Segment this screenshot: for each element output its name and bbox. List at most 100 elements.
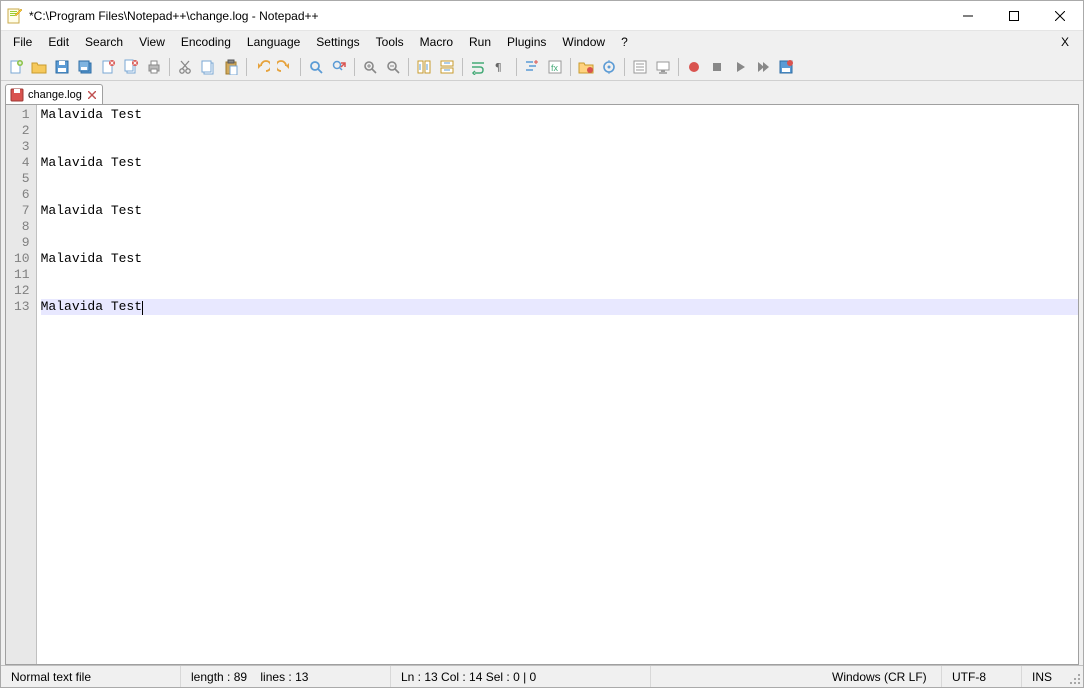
menu-encoding[interactable]: Encoding bbox=[173, 33, 239, 51]
zoom-in-icon[interactable] bbox=[359, 56, 381, 78]
save-all-icon[interactable] bbox=[74, 56, 96, 78]
menu-tools[interactable]: Tools bbox=[368, 33, 412, 51]
sync-h-icon[interactable] bbox=[436, 56, 458, 78]
tab-change-log[interactable]: change.log bbox=[5, 84, 103, 105]
tab-close-icon[interactable] bbox=[86, 89, 98, 101]
code-line[interactable] bbox=[41, 171, 1078, 187]
menu-file[interactable]: File bbox=[5, 33, 40, 51]
replace-icon[interactable] bbox=[328, 56, 350, 78]
line-number: 5 bbox=[14, 171, 30, 187]
function-list-icon[interactable] bbox=[629, 56, 651, 78]
line-number: 4 bbox=[14, 155, 30, 171]
line-number-gutter: 12345678910111213 bbox=[6, 105, 37, 664]
toolbar-separator bbox=[408, 58, 409, 76]
line-number: 1 bbox=[14, 107, 30, 123]
line-number: 3 bbox=[14, 139, 30, 155]
code-line[interactable]: Malavida Test bbox=[41, 155, 1078, 171]
toolbar-separator bbox=[570, 58, 571, 76]
maximize-button[interactable] bbox=[991, 1, 1037, 30]
folder-icon[interactable] bbox=[575, 56, 597, 78]
menu-window[interactable]: Window bbox=[554, 33, 613, 51]
code-line[interactable]: Malavida Test bbox=[41, 107, 1078, 123]
record-icon[interactable] bbox=[683, 56, 705, 78]
status-file-type: Normal text file bbox=[1, 666, 181, 687]
menu-run[interactable]: Run bbox=[461, 33, 499, 51]
line-number: 12 bbox=[14, 283, 30, 299]
paste-icon[interactable] bbox=[220, 56, 242, 78]
code-line[interactable]: Malavida Test bbox=[41, 299, 1078, 315]
status-position: Ln : 13 Col : 14 Sel : 0 | 0 bbox=[391, 666, 651, 687]
line-number: 2 bbox=[14, 123, 30, 139]
code-line[interactable]: Malavida Test bbox=[41, 203, 1078, 219]
copy-icon[interactable] bbox=[197, 56, 219, 78]
undo-icon[interactable] bbox=[251, 56, 273, 78]
menu-close-x[interactable]: X bbox=[1051, 33, 1079, 51]
code-area[interactable]: Malavida Test Malavida Test Malavida Test M… bbox=[37, 105, 1078, 664]
zoom-out-icon[interactable] bbox=[382, 56, 404, 78]
line-number: 13 bbox=[14, 299, 30, 315]
close-window-button[interactable] bbox=[1037, 1, 1083, 30]
save-icon[interactable] bbox=[51, 56, 73, 78]
code-line[interactable] bbox=[41, 123, 1078, 139]
toolbar-separator bbox=[246, 58, 247, 76]
line-number: 11 bbox=[14, 267, 30, 283]
close-icon[interactable] bbox=[97, 56, 119, 78]
menubar: File Edit Search View Encoding Language … bbox=[1, 31, 1083, 53]
wrap-icon[interactable] bbox=[467, 56, 489, 78]
editor[interactable]: 12345678910111213 Malavida TestMalavida … bbox=[5, 104, 1079, 665]
toolbar-separator bbox=[516, 58, 517, 76]
stop-icon[interactable] bbox=[706, 56, 728, 78]
code-line[interactable] bbox=[41, 283, 1078, 299]
play-multi-icon[interactable] bbox=[752, 56, 774, 78]
redo-icon[interactable] bbox=[274, 56, 296, 78]
all-chars-icon[interactable]: ¶ bbox=[490, 56, 512, 78]
code-line[interactable] bbox=[41, 267, 1078, 283]
code-line[interactable] bbox=[41, 187, 1078, 203]
menu-macro[interactable]: Macro bbox=[412, 33, 461, 51]
toolbar-separator bbox=[624, 58, 625, 76]
resize-grip-icon[interactable] bbox=[1067, 666, 1083, 687]
code-line[interactable] bbox=[41, 219, 1078, 235]
toolbar-separator bbox=[678, 58, 679, 76]
doc-map-icon[interactable] bbox=[598, 56, 620, 78]
menu-plugins[interactable]: Plugins bbox=[499, 33, 554, 51]
menu-edit[interactable]: Edit bbox=[40, 33, 77, 51]
statusbar: Normal text file length : 89 lines : 13 … bbox=[1, 665, 1083, 687]
status-encoding[interactable]: UTF-8 bbox=[942, 666, 1022, 687]
code-line[interactable] bbox=[41, 235, 1078, 251]
window-controls bbox=[945, 1, 1083, 30]
line-number: 7 bbox=[14, 203, 30, 219]
lang-icon[interactable]: fx bbox=[544, 56, 566, 78]
file-dirty-icon bbox=[10, 88, 24, 102]
sync-v-icon[interactable] bbox=[413, 56, 435, 78]
print-icon[interactable] bbox=[143, 56, 165, 78]
menu-search[interactable]: Search bbox=[77, 33, 131, 51]
status-mode[interactable]: INS bbox=[1022, 666, 1067, 687]
save-macro-icon[interactable] bbox=[775, 56, 797, 78]
monitor-icon[interactable] bbox=[652, 56, 674, 78]
titlebar: *C:\Program Files\Notepad++\change.log -… bbox=[1, 1, 1083, 31]
close-all-icon[interactable] bbox=[120, 56, 142, 78]
status-length: length : 89 lines : 13 bbox=[181, 666, 391, 687]
text-caret bbox=[142, 301, 143, 315]
play-icon[interactable] bbox=[729, 56, 751, 78]
toolbar-separator bbox=[169, 58, 170, 76]
menu-help[interactable]: ? bbox=[613, 33, 636, 51]
menu-language[interactable]: Language bbox=[239, 33, 308, 51]
find-icon[interactable] bbox=[305, 56, 327, 78]
tab-label: change.log bbox=[28, 89, 82, 101]
line-number: 6 bbox=[14, 187, 30, 203]
open-file-icon[interactable] bbox=[28, 56, 50, 78]
line-number: 8 bbox=[14, 219, 30, 235]
code-line[interactable] bbox=[41, 139, 1078, 155]
code-line[interactable]: Malavida Test bbox=[41, 251, 1078, 267]
cut-icon[interactable] bbox=[174, 56, 196, 78]
minimize-button[interactable] bbox=[945, 1, 991, 30]
indent-guide-icon[interactable] bbox=[521, 56, 543, 78]
svg-text:¶: ¶ bbox=[495, 61, 502, 74]
status-eol[interactable]: Windows (CR LF) bbox=[822, 666, 942, 687]
menu-settings[interactable]: Settings bbox=[308, 33, 367, 51]
toolbar: ¶ fx bbox=[1, 53, 1083, 81]
menu-view[interactable]: View bbox=[131, 33, 173, 51]
new-file-icon[interactable] bbox=[5, 56, 27, 78]
